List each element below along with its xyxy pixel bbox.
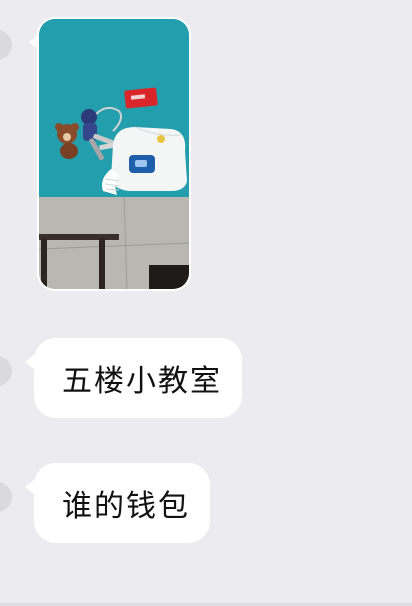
chat-conversation: 五楼小教室 谁的钱包: [0, 0, 412, 606]
sender-avatar[interactable]: [0, 356, 12, 386]
image-message-bubble[interactable]: [29, 17, 191, 291]
sender-avatar[interactable]: [0, 482, 12, 512]
text-message-bubble[interactable]: 谁的钱包: [25, 463, 210, 543]
text-message-bubble[interactable]: 五楼小教室: [25, 338, 242, 418]
wallet-photo[interactable]: [39, 19, 189, 289]
message-text: 五楼小教室: [62, 364, 222, 399]
sender-avatar[interactable]: [0, 30, 12, 60]
message-text: 谁的钱包: [62, 489, 190, 524]
